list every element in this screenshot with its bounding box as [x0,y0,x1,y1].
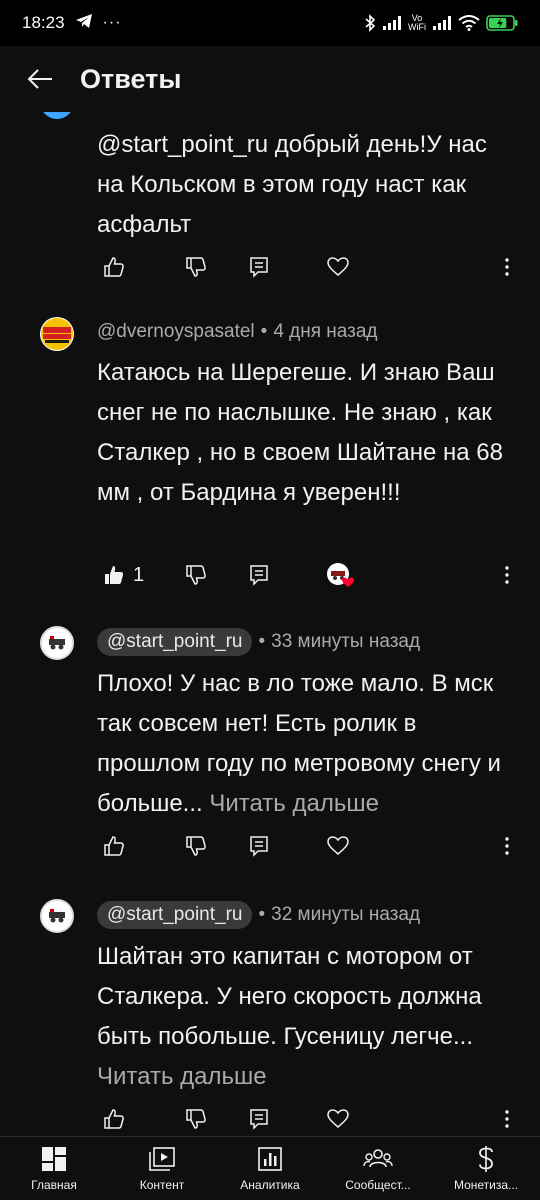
monetization-icon [479,1146,493,1172]
author-chip[interactable]: @start_point_ru [97,628,253,656]
dashboard-icon [42,1147,66,1171]
more-options-button[interactable] [497,559,517,591]
vertical-dots-icon [505,1110,509,1128]
heart-icon [327,836,349,855]
heart-icon [327,1109,349,1128]
dislike-button[interactable] [185,251,207,283]
like-count: 1 [133,563,145,586]
read-more-link[interactable]: Читать дальше [209,790,379,817]
status-time: 18:23 [22,13,65,32]
reply-icon [250,565,268,586]
creator-heart-icon [327,563,354,587]
reply-icon [250,1109,268,1130]
comment-meta: @start_point_ru • 33 минуты назад [97,628,420,656]
comment-actions [97,1103,517,1135]
app-bar: Ответы [0,46,540,112]
channel-logo-icon [41,318,73,350]
thumbs-up-icon [104,257,124,277]
comment-time: 4 дня назад [273,321,378,342]
avatar[interactable] [40,899,74,933]
more-notifications-icon: ··· [102,14,122,31]
analytics-icon [258,1147,282,1171]
nav-label: Контент [139,1178,185,1192]
comment-actions [97,830,517,862]
comment-time: 32 минуты назад [271,904,421,925]
arrow-left-icon [27,69,52,89]
reply-button[interactable] [249,251,269,283]
page-title: Ответы [80,63,182,94]
like-button[interactable] [103,1103,125,1135]
signal-icon [382,15,402,31]
thumbs-down-icon [186,565,206,585]
avatar[interactable] [40,317,74,351]
dislike-button[interactable] [185,1103,207,1135]
nav-label: Главная [31,1178,77,1192]
comment-text: @start_point_ru добрый день!У нас на Кол… [97,131,487,238]
reply-icon [250,836,268,857]
comment-text: Шайтан это капитан с мотором от Сталкера… [97,937,517,1097]
bottom-navigation: Главная Контент Аналитика Сообщест... Мо… [0,1136,540,1200]
reply-button[interactable] [249,1103,269,1135]
comment-text: Катаюсь на Шерегеше. И знаю Ваш снег не … [97,359,503,506]
read-more-link[interactable]: Читать дальше [97,1063,267,1090]
nav-item-content[interactable]: Контент [108,1137,216,1200]
heart-icon [327,257,349,276]
thumbs-down-icon [186,1109,206,1129]
channel-logo-icon [43,902,71,930]
more-options-button[interactable] [497,1103,517,1135]
more-options-button[interactable] [497,830,517,862]
telegram-icon [75,13,93,34]
content-icon [149,1147,175,1171]
heart-button[interactable] [327,830,349,862]
comment-actions: 1 [97,559,517,591]
nav-item-monetization[interactable]: Монетиза... [432,1137,540,1200]
vowifi-icon: Vo WiFi [408,13,426,32]
comment-meta: @dvernoyspasatel • 4 дня назад [97,321,378,343]
reply-icon [250,257,268,278]
dislike-button[interactable] [185,830,207,862]
vertical-dots-icon [505,258,509,276]
nav-label: Аналитика [240,1178,300,1192]
nav-item-community[interactable]: Сообщест... [324,1137,432,1200]
status-bar: 18:23 ··· Vo WiFi [0,0,540,46]
comment-time: 33 минуты назад [271,631,421,652]
thumbs-up-icon [104,836,124,856]
comment-meta: @start_point_ru • 32 минуты назад [97,901,420,929]
dislike-button[interactable] [185,559,207,591]
avatar[interactable] [40,626,74,660]
like-button[interactable] [103,251,125,283]
reply-button[interactable] [249,830,269,862]
vertical-dots-icon [505,837,509,855]
heart-button[interactable] [327,1103,349,1135]
signal-icon-2 [432,15,452,31]
author-chip[interactable]: @start_point_ru [97,901,253,929]
thumbs-up-icon [104,1109,124,1129]
comment-body: Шайтан это капитан с мотором от Сталкера… [97,943,482,1050]
author-name[interactable]: @dvernoyspasatel [97,321,255,343]
vertical-dots-icon [505,566,509,584]
thumbs-down-icon [186,257,206,277]
back-button[interactable] [0,46,80,112]
comment-text: Плохо! У нас в ло тоже мало. В мск так с… [97,664,517,824]
nav-label: Сообщест... [345,1178,411,1192]
bluetooth-icon [364,14,376,32]
like-button[interactable]: 1 [103,559,144,591]
more-options-button[interactable] [497,251,517,283]
nav-item-analytics[interactable]: Аналитика [216,1137,324,1200]
heart-button[interactable] [327,251,349,283]
community-icon [363,1149,393,1168]
like-button[interactable] [103,830,125,862]
wifi-icon [458,15,480,31]
channel-logo-icon [43,629,71,657]
screen: 18:23 ··· Vo WiFi Ответы @start_point_ru… [0,0,540,1200]
battery-icon [486,15,518,31]
thumbs-down-icon [186,836,206,856]
reply-button[interactable] [249,559,269,591]
creator-heart-badge[interactable] [325,559,355,591]
comment-actions [97,251,517,283]
nav-label: Монетиза... [453,1178,519,1192]
thumbs-up-filled-icon [105,566,124,584]
nav-item-dashboard[interactable]: Главная [0,1137,108,1200]
